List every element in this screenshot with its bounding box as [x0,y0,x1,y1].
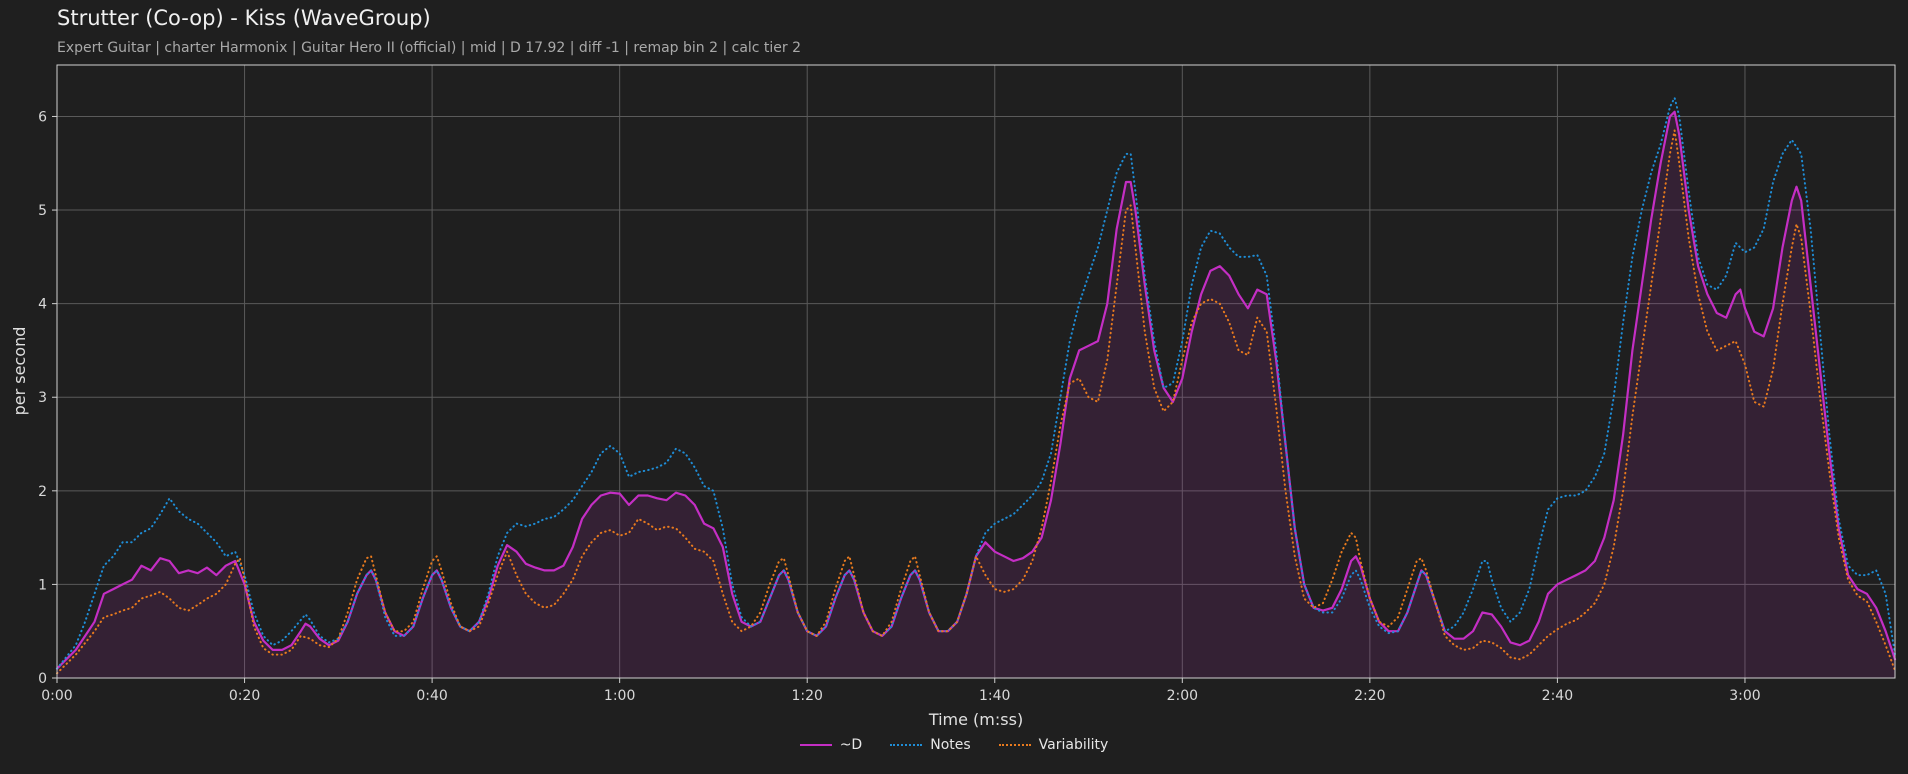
x-axis-ticks: 0:00 0:20 0:40 1:00 1:20 1:40 2:00 2:20 2:40 3:00 [41,678,1761,704]
legend-label: Notes [930,737,971,753]
legend-swatch [799,744,832,746]
y-tick-label: 0 [38,671,47,687]
y-tick-label: 2 [38,484,47,500]
x-tick-label: 0:00 [41,688,72,704]
x-tick-label: 1:40 [979,688,1010,704]
y-tick-label: 1 [38,577,47,593]
y-tick-label: 3 [38,390,47,406]
x-tick-label: 2:40 [1542,688,1573,704]
y-axis-ticks: 0 1 2 3 4 5 6 [38,109,57,687]
legend-item: ~D [799,737,863,753]
legend-label: Variability [1038,737,1109,753]
x-tick-label: 0:20 [229,688,260,704]
legend-swatch [998,744,1031,746]
x-tick-label: 2:20 [1354,688,1385,704]
y-tick-label: 6 [38,109,47,125]
x-axis-label: Time (m:ss) [928,710,1023,729]
x-tick-label: 3:00 [1729,688,1760,704]
legend-item: Variability [998,737,1109,753]
x-tick-label: 2:00 [1167,688,1198,704]
legend-swatch [890,744,923,746]
x-tick-label: 0:40 [416,688,447,704]
legend-label: ~D [839,737,863,753]
legend: ~D Notes Variability [0,737,1908,753]
x-tick-label: 1:20 [791,688,822,704]
chart: 0:00 0:20 0:40 1:00 1:20 1:40 2:00 2:20 2:40 3:00… [10,64,1897,729]
x-tick-label: 1:00 [604,688,635,704]
y-tick-label: 4 [38,297,47,313]
y-tick-label: 5 [38,203,47,219]
y-axis-label: per second [10,327,29,416]
legend-item: Notes [890,737,971,753]
